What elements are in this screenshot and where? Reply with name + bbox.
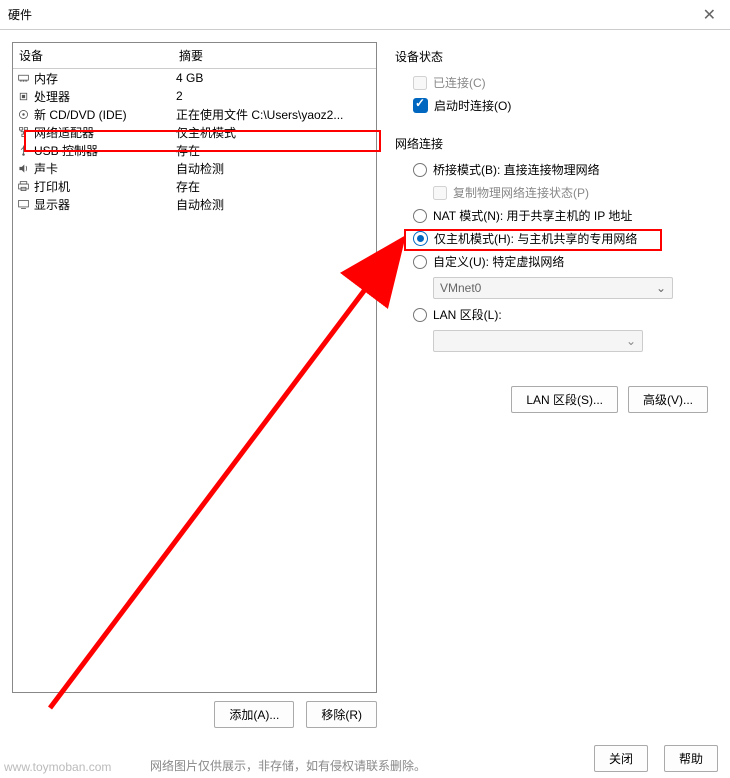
status-group-body: 已连接(C) 启动时连接(O) [395, 71, 712, 131]
hostonly-radio-row[interactable]: 仅主机模式(H): 与主机共享的专用网络 [413, 227, 712, 250]
right-panel: 设备状态 已连接(C) 启动时连接(O) 网络连接 桥接模式(B): 直接连接物… [389, 42, 718, 728]
table-row[interactable]: 声卡 自动检测 [13, 159, 376, 177]
device-summary: 正在使用文件 C:\Users\yaoz2... [176, 106, 373, 123]
table-row[interactable]: 内存 4 GB [13, 69, 376, 87]
lan-segments-button[interactable]: LAN 区段(S)... [511, 386, 618, 413]
replicate-checkbox [433, 186, 447, 200]
replicate-row: 复制物理网络连接状态(P) [413, 181, 712, 204]
caption-text: 网络图片仅供展示，非存储，如有侵权请联系删除。 [150, 757, 426, 774]
network-group-body: 桥接模式(B): 直接连接物理网络 复制物理网络连接状态(P) NAT 模式(N… [395, 158, 712, 366]
bridged-radio-row[interactable]: 桥接模式(B): 直接连接物理网络 [413, 158, 712, 181]
advanced-button[interactable]: 高级(V)... [628, 386, 708, 413]
connected-checkbox [413, 76, 427, 90]
window-title: 硬件 [8, 6, 32, 23]
network-group-title: 网络连接 [395, 131, 712, 158]
vmnet-value: VMnet0 [440, 281, 481, 295]
table-body: 内存 4 GB 处理器 2 新 CD/DVD (IDE) 正在使用文件 C:\U… [13, 69, 376, 213]
device-name: 声卡 [34, 160, 176, 177]
device-summary: 4 GB [176, 71, 373, 85]
hostonly-radio[interactable] [413, 231, 428, 246]
watermark: www.toymoban.com [4, 760, 111, 774]
connected-checkbox-row[interactable]: 已连接(C) [413, 71, 712, 94]
table-row[interactable]: 新 CD/DVD (IDE) 正在使用文件 C:\Users\yaoz2... [13, 105, 376, 123]
close-icon[interactable]: ✕ [697, 5, 722, 25]
sound-icon [16, 161, 30, 175]
hostonly-label: 仅主机模式(H): 与主机共享的专用网络 [434, 230, 637, 247]
disc-icon [16, 107, 30, 121]
network-icon [16, 125, 30, 139]
status-group-title: 设备状态 [395, 44, 712, 71]
device-summary: 存在 [176, 178, 373, 195]
vmnet-select: VMnet0 ⌄ [433, 277, 673, 299]
add-button[interactable]: 添加(A)... [214, 701, 294, 728]
remove-button[interactable]: 移除(R) [306, 701, 377, 728]
title-bar: 硬件 ✕ [0, 0, 730, 30]
lan-label: LAN 区段(L): [433, 306, 502, 323]
device-name: 打印机 [34, 178, 176, 195]
header-summary[interactable]: 摘要 [173, 43, 376, 68]
nat-radio[interactable] [413, 209, 427, 223]
close-button[interactable]: 关闭 [594, 745, 648, 772]
cpu-icon [16, 89, 30, 103]
device-name: 新 CD/DVD (IDE) [34, 106, 176, 123]
footer-buttons: 关闭 帮助 [594, 745, 718, 772]
right-button-row: LAN 区段(S)... 高级(V)... [395, 386, 712, 413]
left-panel: 设备 摘要 内存 4 GB 处理器 2 新 CD/DVD (IDE) 正在使用文 [12, 42, 377, 728]
display-icon [16, 197, 30, 211]
memory-icon [16, 71, 30, 85]
table-row[interactable]: USB 控制器 存在 [13, 141, 376, 159]
device-summary: 2 [176, 89, 373, 103]
chevron-down-icon: ⌄ [626, 334, 636, 348]
device-name: 内存 [34, 70, 176, 87]
device-name: 处理器 [34, 88, 176, 105]
printer-icon [16, 179, 30, 193]
connect-on-start-label: 启动时连接(O) [434, 97, 511, 114]
help-button[interactable]: 帮助 [664, 745, 718, 772]
table-row[interactable]: 打印机 存在 [13, 177, 376, 195]
device-name: 网络适配器 [34, 124, 176, 141]
hardware-table: 设备 摘要 内存 4 GB 处理器 2 新 CD/DVD (IDE) 正在使用文 [12, 42, 377, 693]
connected-label: 已连接(C) [433, 74, 486, 91]
bridged-radio[interactable] [413, 163, 427, 177]
nat-radio-row[interactable]: NAT 模式(N): 用于共享主机的 IP 地址 [413, 204, 712, 227]
lan-segment-select: ⌄ [433, 330, 643, 352]
usb-icon [16, 143, 30, 157]
device-name: USB 控制器 [34, 142, 176, 159]
device-summary: 存在 [176, 142, 373, 159]
nat-label: NAT 模式(N): 用于共享主机的 IP 地址 [433, 207, 632, 224]
device-name: 显示器 [34, 196, 176, 213]
table-header: 设备 摘要 [13, 43, 376, 69]
table-row[interactable]: 显示器 自动检测 [13, 195, 376, 213]
table-row[interactable]: 网络适配器 仅主机模式 [13, 123, 376, 141]
device-summary: 自动检测 [176, 160, 373, 177]
custom-label: 自定义(U): 特定虚拟网络 [433, 253, 564, 270]
custom-radio[interactable] [413, 255, 427, 269]
left-button-row: 添加(A)... 移除(R) [12, 701, 377, 728]
device-summary: 自动检测 [176, 196, 373, 213]
lan-radio-row[interactable]: LAN 区段(L): [413, 303, 712, 326]
chevron-down-icon: ⌄ [656, 281, 666, 295]
bridged-label: 桥接模式(B): 直接连接物理网络 [433, 161, 600, 178]
table-row[interactable]: 处理器 2 [13, 87, 376, 105]
device-summary: 仅主机模式 [176, 124, 373, 141]
custom-radio-row[interactable]: 自定义(U): 特定虚拟网络 [413, 250, 712, 273]
lan-radio[interactable] [413, 308, 427, 322]
connect-on-start-checkbox[interactable] [413, 98, 428, 113]
connect-on-start-row[interactable]: 启动时连接(O) [413, 94, 712, 117]
replicate-label: 复制物理网络连接状态(P) [453, 184, 589, 201]
header-device[interactable]: 设备 [13, 43, 173, 68]
content-area: 设备 摘要 内存 4 GB 处理器 2 新 CD/DVD (IDE) 正在使用文 [0, 30, 730, 740]
